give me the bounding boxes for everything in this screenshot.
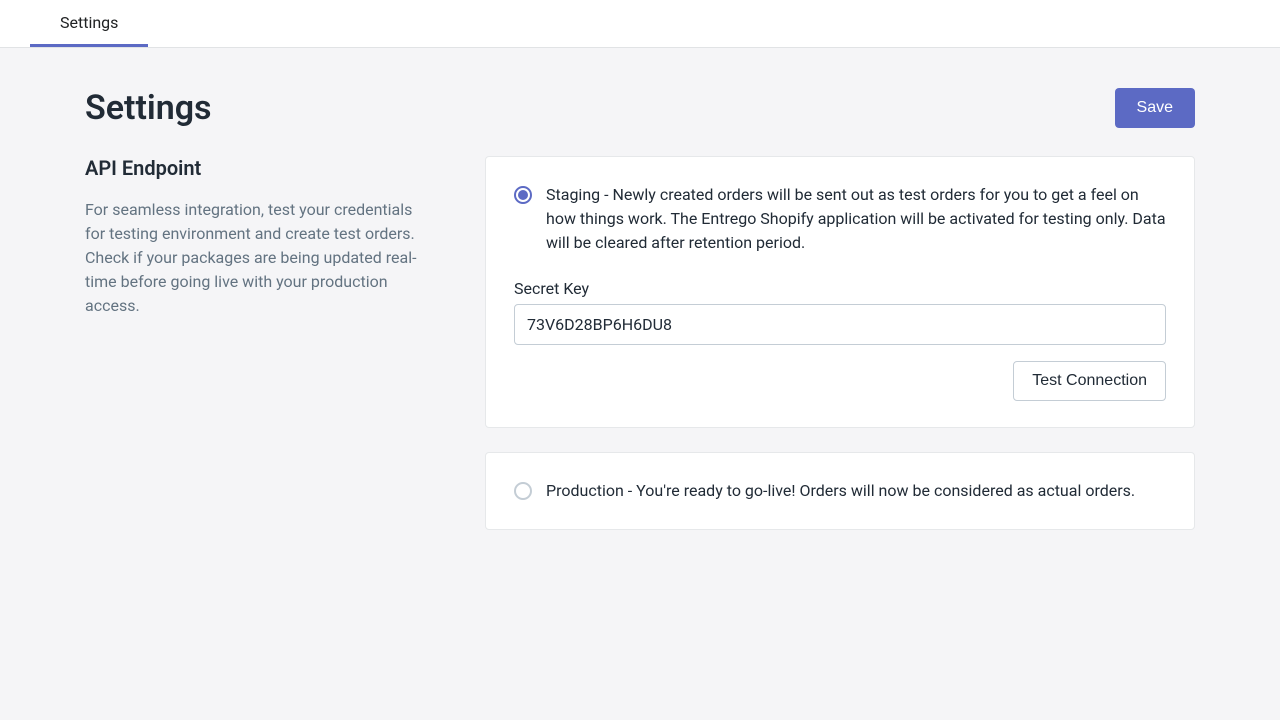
production-radio-label: Production - You're ready to go-live! Or… xyxy=(546,479,1135,503)
section-description: For seamless integration, test your cred… xyxy=(85,198,425,318)
staging-card: Staging - Newly created orders will be s… xyxy=(485,156,1195,428)
content: API Endpoint For seamless integration, t… xyxy=(85,156,1195,530)
tab-settings[interactable]: Settings xyxy=(30,0,148,47)
staging-radio-label: Staging - Newly created orders will be s… xyxy=(546,183,1166,255)
test-connection-button[interactable]: Test Connection xyxy=(1013,361,1166,401)
tab-settings-label: Settings xyxy=(60,13,118,32)
staging-actions: Test Connection xyxy=(514,361,1166,401)
production-card: Production - You're ready to go-live! Or… xyxy=(485,452,1195,530)
staging-radio-row: Staging - Newly created orders will be s… xyxy=(514,183,1166,255)
section-intro: API Endpoint For seamless integration, t… xyxy=(85,156,425,530)
secret-key-input[interactable] xyxy=(514,304,1166,345)
page: Settings Save API Endpoint For seamless … xyxy=(0,48,1280,530)
page-header: Settings Save xyxy=(85,88,1195,128)
staging-radio[interactable] xyxy=(514,186,532,204)
secret-key-label: Secret Key xyxy=(514,279,1166,298)
save-button[interactable]: Save xyxy=(1115,88,1195,128)
section-title: API Endpoint xyxy=(85,156,425,180)
page-title: Settings xyxy=(85,88,212,128)
secret-key-field: Secret Key xyxy=(514,279,1166,345)
production-radio[interactable] xyxy=(514,482,532,500)
production-radio-row: Production - You're ready to go-live! Or… xyxy=(514,479,1166,503)
cards-column: Staging - Newly created orders will be s… xyxy=(485,156,1195,530)
tab-bar: Settings xyxy=(0,0,1280,48)
